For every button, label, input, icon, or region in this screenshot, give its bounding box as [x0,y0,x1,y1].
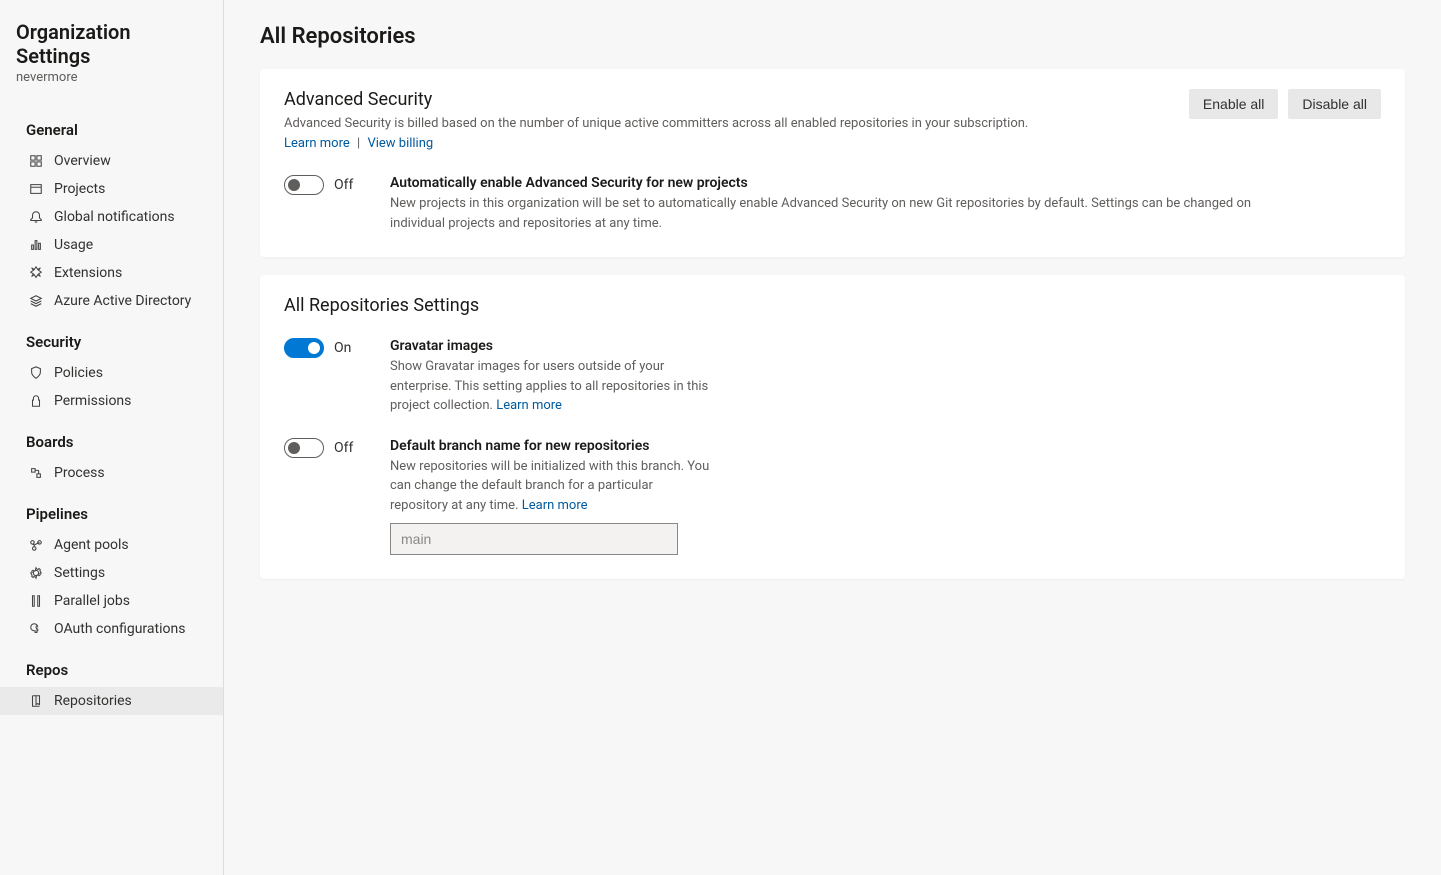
advanced-security-card: Advanced Security Advanced Security is b… [260,69,1405,257]
sidebar-item-label: OAuth configurations [54,621,185,637]
sidebar-item-label: Permissions [54,393,131,409]
overview-icon [28,153,44,169]
all-repo-settings-heading: All Repositories Settings [284,295,1381,316]
main-content: All Repositories Advanced Security Advan… [224,0,1441,875]
sidebar-item-parallel-jobs[interactable]: Parallel jobs [0,587,223,615]
sidebar-item-policies[interactable]: Policies [0,359,223,387]
bell-icon [28,209,44,225]
sidebar-item-label: Projects [54,181,105,197]
projects-icon [28,181,44,197]
repo-icon [28,693,44,709]
sidebar-item-label: Azure Active Directory [54,293,191,309]
sidebar-item-label: Global notifications [54,209,175,225]
advanced-security-heading: Advanced Security [284,89,1165,110]
process-icon [28,465,44,481]
default-branch-input[interactable] [390,523,678,555]
default-branch-toggle-label: Off [334,440,353,456]
advanced-security-learn-more-link[interactable]: Learn more [284,136,350,151]
gravatar-desc: Show Gravatar images for users outside o… [390,357,710,416]
auto-enable-toggle-label: Off [334,177,353,193]
sidebar-item-process[interactable]: Process [0,459,223,487]
nav-section-heading: Pipelines [0,487,223,531]
permissions-icon [28,393,44,409]
default-branch-toggle[interactable] [284,438,324,458]
sidebar-item-permissions[interactable]: Permissions [0,387,223,415]
sidebar-item-label: Repositories [54,693,132,709]
sidebar-item-usage[interactable]: Usage [0,231,223,259]
default-branch-desc: New repositories will be initialized wit… [390,457,710,516]
oauth-icon [28,621,44,637]
default-branch-title: Default branch name for new repositories [390,438,710,454]
sidebar-title: Organization Settings [16,20,207,68]
advanced-security-view-billing-link[interactable]: View billing [367,136,433,151]
sidebar-item-agent-pools[interactable]: Agent pools [0,531,223,559]
gravatar-learn-more-link[interactable]: Learn more [496,398,562,413]
gravatar-title: Gravatar images [390,338,710,354]
sidebar-item-azure-ad[interactable]: Azure Active Directory [0,287,223,315]
sidebar-item-settings[interactable]: Settings [0,559,223,587]
sidebar-item-label: Parallel jobs [54,593,130,609]
aad-icon [28,293,44,309]
sidebar-item-label: Process [54,465,105,481]
enable-all-button[interactable]: Enable all [1189,89,1279,119]
auto-enable-title: Automatically enable Advanced Security f… [390,175,1290,191]
sidebar-subtitle: nevermore [16,70,207,85]
sidebar-item-extensions[interactable]: Extensions [0,259,223,287]
gravatar-toggle[interactable] [284,338,324,358]
sidebar-header: Organization Settings nevermore [0,20,223,103]
extensions-icon [28,265,44,281]
parallel-icon [28,593,44,609]
sidebar-item-label: Usage [54,237,93,253]
nav-section-heading: General [0,103,223,147]
sidebar-item-overview[interactable]: Overview [0,147,223,175]
gear-icon [28,565,44,581]
agent-icon [28,537,44,553]
auto-enable-toggle[interactable] [284,175,324,195]
sidebar-item-label: Policies [54,365,103,381]
nav-section-heading: Security [0,315,223,359]
sidebar-item-oauth-config[interactable]: OAuth configurations [0,615,223,643]
nav-section-heading: Repos [0,643,223,687]
sidebar-item-repositories[interactable]: Repositories [0,687,223,715]
gravatar-toggle-label: On [334,340,351,356]
sidebar-item-projects[interactable]: Projects [0,175,223,203]
sidebar-item-label: Settings [54,565,105,581]
default-branch-learn-more-link[interactable]: Learn more [522,498,588,513]
page-title: All Repositories [260,24,1405,49]
all-repo-settings-card: All Repositories Settings On Gravatar im… [260,275,1405,579]
auto-enable-desc: New projects in this organization will b… [390,194,1290,233]
sidebar-item-label: Extensions [54,265,122,281]
policies-icon [28,365,44,381]
usage-icon [28,237,44,253]
advanced-security-desc: Advanced Security is billed based on the… [284,114,1165,153]
sidebar-item-label: Overview [54,153,111,169]
disable-all-button[interactable]: Disable all [1288,89,1381,119]
sidebar: Organization Settings nevermore GeneralO… [0,0,224,875]
sidebar-item-global-notifications[interactable]: Global notifications [0,203,223,231]
nav-section-heading: Boards [0,415,223,459]
sidebar-item-label: Agent pools [54,537,129,553]
